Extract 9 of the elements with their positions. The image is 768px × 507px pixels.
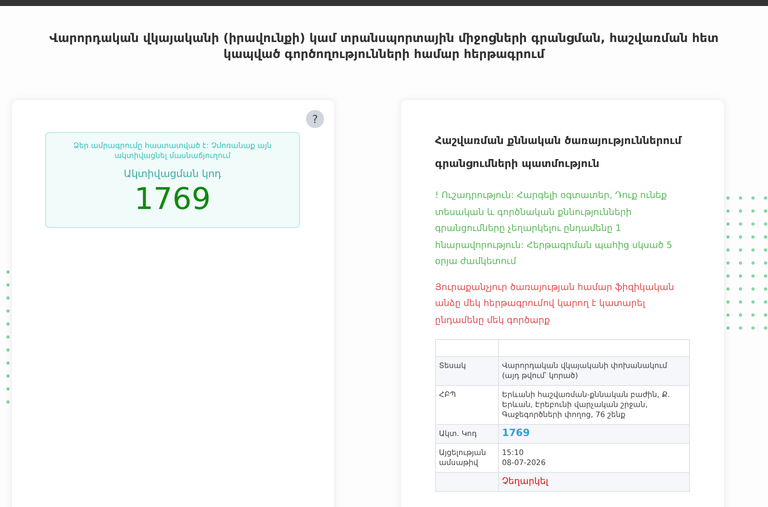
history-title: Հաշվառման քննական ծառայություններում գրանցումների պատմություն [435, 134, 683, 172]
activation-code: 1769 [502, 428, 530, 439]
warning-notice: ! Ուշադրություն: Հարգելի օգտատեր, Դուք ունեք տեսական և գործնական քննությունների գրանցումները չեղարկելու ընդամենը 1 հնարավորություն: Հերթագրման պահից սկսած 5 օրյա ժամկետում [435, 190, 674, 269]
page-title: Վարորդական վկայականի (իրավունքի) կամ տրանսպորտային միջոցների գրանցման, հաշվառման հետ կապված գործողությունների համար հերթագրում [48, 30, 720, 62]
cancel-link[interactable]: Չեղարկել [502, 477, 548, 487]
alert-notice: Յուրաքանչյուր ծառայության համար ֆիզիկական անձը մեկ հերթագրումով կարող է կատարել ընդամենը մեկ գործարք [435, 282, 676, 328]
help-button[interactable]: ? [306, 110, 324, 128]
activation-code: 1769 [133, 182, 212, 217]
code-label: Ակտիվացման կոդ [122, 169, 222, 180]
